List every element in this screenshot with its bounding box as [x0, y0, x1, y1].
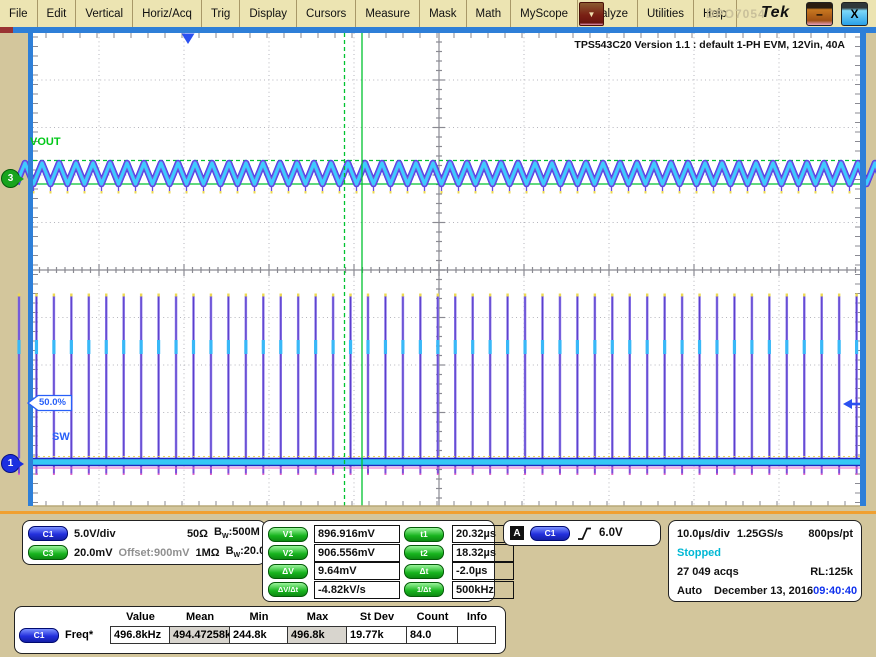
cell-info — [457, 626, 496, 644]
cursor-dv-badge: ΔV — [268, 564, 308, 579]
readout-panel: C1 5.0V/div 50Ω BW:500M C3 20.0mV Offset… — [0, 511, 876, 657]
sample-resolution: 800ps/pt — [808, 528, 853, 540]
header-count: Count — [407, 611, 458, 623]
trigger-level-value: 6.0V — [599, 527, 623, 539]
model-watermark: DPO7054 — [706, 7, 766, 21]
cursor-v1-value: 896.916mV — [314, 525, 400, 543]
rising-edge-icon — [576, 526, 593, 541]
measurement-table: Value Mean Min Max St Dev Count Info C1 … — [14, 606, 506, 654]
cursor-t1-badge: t1 — [404, 527, 444, 542]
channel1-number: 1 — [8, 458, 14, 469]
close-icon: X — [850, 7, 858, 21]
cursor-t2-badge: t2 — [404, 545, 444, 560]
table-row: C1 Freq* 496.8kHz 494.47258k 244.8k 496.… — [19, 625, 501, 645]
channel1-badge[interactable]: C1 — [28, 526, 68, 541]
cursor-dt-value: -2.0µs — [452, 562, 514, 580]
time-display: 09:40:40 — [813, 585, 857, 597]
menu-edit[interactable]: Edit — [38, 0, 77, 27]
record-length: RL:125k — [810, 566, 853, 578]
menu-mask[interactable]: Mask — [420, 0, 466, 27]
header-info: Info — [458, 611, 496, 623]
cell-min: 244.8k — [229, 626, 288, 644]
channel1-position-marker[interactable]: 1 — [1, 454, 20, 473]
cursor-v2-value: 906.556mV — [314, 544, 400, 562]
header-mean: Mean — [170, 611, 230, 623]
menu-display[interactable]: Display — [240, 0, 297, 27]
menu-collapse-button[interactable]: ▼ — [579, 2, 604, 26]
ch1-bandwidth: BW:500M — [214, 526, 260, 540]
trigger-readout-box: A C1 6.0V — [503, 520, 661, 546]
timebase-box: 10.0µs/div 1.25GS/s 800ps/pt Stopped 27 … — [668, 520, 862, 602]
acquisition-count: 27 049 acqs — [677, 566, 739, 578]
cell-max: 496.8k — [287, 626, 347, 644]
menu-math[interactable]: Math — [467, 0, 512, 27]
cursor-t2-value: 18.32µs — [452, 544, 514, 562]
cursor-dvdt-value: -4.82kV/s — [314, 581, 400, 599]
trigger-level-flag[interactable]: 50.0% — [27, 394, 73, 412]
trigger-level-percent: 50.0% — [39, 397, 66, 408]
channel3-number: 3 — [8, 173, 14, 184]
cell-count: 84.0 — [406, 626, 458, 644]
tek-logo: Tek — [761, 4, 789, 22]
trigger-source-badge[interactable]: C1 — [530, 526, 570, 541]
waveform-display: TPS543C20 Version 1.1 : default 1-PH EVM… — [0, 27, 876, 511]
minimize-button[interactable]: – — [806, 2, 833, 26]
cursor-dvdt-badge: ΔV/Δt — [268, 582, 308, 597]
menu-utilities[interactable]: Utilities — [638, 0, 694, 27]
cell-mean: 494.47258k — [169, 626, 230, 644]
ch3-impedance: 1MΩ — [195, 547, 219, 559]
menu-measure[interactable]: Measure — [356, 0, 420, 27]
acquisition-state: Stopped — [677, 547, 721, 559]
close-button[interactable]: X — [841, 2, 868, 26]
cursor-dv-value: 9.64mV — [314, 562, 400, 580]
sample-rate: 1.25GS/s — [737, 528, 783, 540]
measure-name: Freq* — [65, 629, 93, 641]
annotation-text: TPS543C20 Version 1.1 : default 1-PH EVM… — [574, 39, 845, 51]
ch3-offset: Offset:900mV — [119, 547, 190, 559]
timebase-scale: 10.0µs/div — [677, 528, 730, 540]
date-display: December 13, 2016 — [714, 585, 813, 597]
graticule-canvas — [0, 27, 876, 511]
cursor-v1-badge: V1 — [268, 527, 308, 542]
ch1-impedance: 50Ω — [168, 528, 208, 540]
ch1-scale: 5.0V/div — [74, 528, 162, 540]
header-value: Value — [111, 611, 170, 623]
menu-horiz-acq[interactable]: Horiz/Acq — [133, 0, 202, 27]
menu-myscope[interactable]: MyScope — [511, 0, 578, 27]
cursor-1dt-badge: 1/Δt — [404, 582, 444, 597]
menu-cursors[interactable]: Cursors — [297, 0, 356, 27]
cell-value: 496.8kHz — [110, 626, 170, 644]
ch3-scale: 20.0mV — [74, 547, 113, 559]
header-max: Max — [288, 611, 347, 623]
trigger-group-badge: A — [510, 526, 524, 540]
menu-trig[interactable]: Trig — [202, 0, 240, 27]
triangle-down-icon: ▼ — [588, 10, 596, 19]
channel3-position-marker[interactable]: 3 — [1, 169, 20, 188]
measure-channel-badge[interactable]: C1 — [19, 628, 59, 643]
oscilloscope-screen: File Edit Vertical Horiz/Acq Trig Displa… — [0, 0, 876, 657]
channel-scale-box: C1 5.0V/div 50Ω BW:500M C3 20.0mV Offset… — [22, 520, 266, 565]
header-stdev: St Dev — [347, 611, 407, 623]
cell-stdev: 19.77k — [346, 626, 407, 644]
trigger-mode: Auto — [677, 585, 702, 597]
cursor-v2-badge: V2 — [268, 545, 308, 560]
vout-trace-label: VOUT — [30, 136, 61, 148]
menu-file[interactable]: File — [0, 0, 38, 27]
measurement-table-header: Value Mean Min Max St Dev Count Info — [19, 609, 501, 625]
header-min: Min — [230, 611, 288, 623]
minimize-icon: – — [816, 7, 823, 21]
cursor-1dt-value: 500kHz — [452, 581, 514, 599]
cursor-dt-badge: Δt — [404, 564, 444, 579]
channel3-badge[interactable]: C3 — [28, 545, 68, 560]
menu-vertical[interactable]: Vertical — [76, 0, 133, 27]
cursor-readout-box: V1 896.916mV t1 20.32µs V2 906.556mV t2 … — [262, 520, 495, 602]
sw-trace-label: SW — [52, 431, 70, 443]
